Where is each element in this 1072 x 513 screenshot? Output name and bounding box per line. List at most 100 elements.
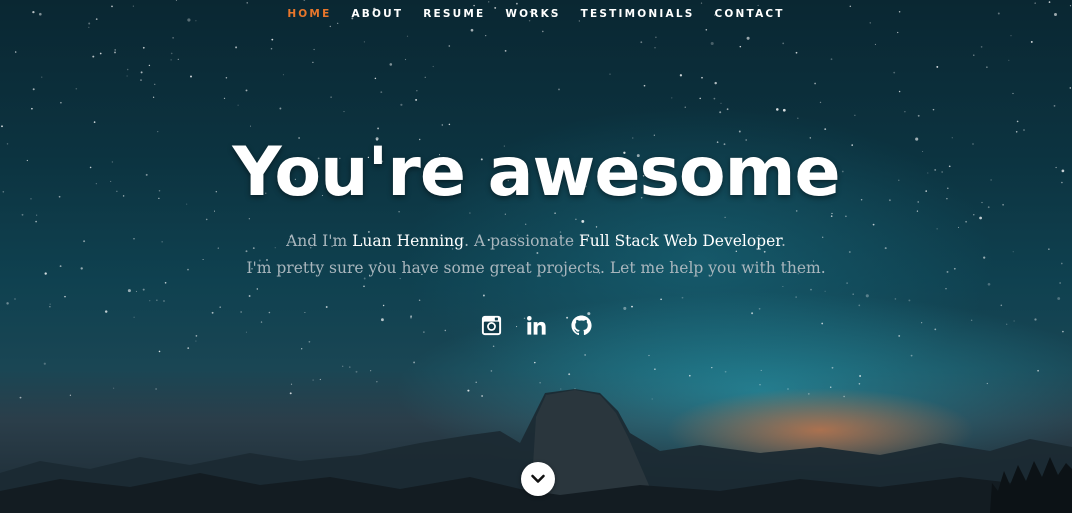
star xyxy=(581,219,585,223)
star xyxy=(1012,92,1014,95)
star xyxy=(575,218,577,221)
star xyxy=(330,96,332,98)
star xyxy=(908,299,911,302)
star xyxy=(448,45,451,47)
star xyxy=(726,108,729,111)
star xyxy=(945,288,947,290)
scroll-down-button[interactable] xyxy=(521,462,555,496)
star xyxy=(980,46,983,48)
star xyxy=(910,354,913,357)
star xyxy=(1034,2,1036,4)
star xyxy=(190,75,192,78)
star xyxy=(164,281,167,284)
star xyxy=(152,96,155,98)
star xyxy=(714,81,717,85)
star xyxy=(64,295,66,298)
linkedin-icon xyxy=(526,316,546,335)
star xyxy=(504,50,507,52)
star xyxy=(223,97,226,100)
developer-role: Full Stack Web Developer xyxy=(578,232,781,250)
star xyxy=(370,370,372,372)
star xyxy=(623,306,627,310)
star xyxy=(854,114,856,116)
star xyxy=(758,307,761,310)
tagline-line-2: I'm pretty sure you have some great proj… xyxy=(246,259,826,277)
star xyxy=(776,108,779,111)
star xyxy=(14,51,17,53)
star xyxy=(240,311,242,313)
star xyxy=(1,125,3,128)
star xyxy=(1057,297,1061,300)
star xyxy=(973,54,975,56)
star xyxy=(872,223,875,226)
star xyxy=(380,91,383,93)
star xyxy=(746,36,750,40)
star xyxy=(492,345,495,348)
star xyxy=(846,282,848,284)
nav-item-home[interactable]: HOME xyxy=(277,6,341,22)
star xyxy=(14,298,16,300)
star xyxy=(389,63,393,66)
star xyxy=(304,311,306,314)
star xyxy=(898,90,901,93)
star xyxy=(904,111,906,113)
nav-item-contact[interactable]: CONTACT xyxy=(705,6,795,22)
star xyxy=(416,90,418,92)
star xyxy=(363,41,365,43)
instagram-link[interactable] xyxy=(480,314,503,337)
star xyxy=(140,79,142,81)
star xyxy=(6,302,9,305)
star xyxy=(700,2,703,4)
tagline-line-1: And I'm Luan Henning. A passionate Full … xyxy=(0,228,1072,255)
star xyxy=(490,370,493,372)
star xyxy=(432,65,434,68)
star xyxy=(142,288,145,291)
star xyxy=(710,41,714,46)
nav-item-resume[interactable]: RESUME xyxy=(413,6,495,22)
star xyxy=(92,55,95,58)
star xyxy=(640,41,643,44)
star xyxy=(219,306,221,308)
star xyxy=(1069,87,1072,89)
star xyxy=(1010,35,1012,37)
star xyxy=(127,289,131,293)
star xyxy=(413,361,416,364)
star xyxy=(441,124,444,126)
star xyxy=(256,288,258,290)
star xyxy=(32,88,35,91)
star xyxy=(701,76,703,79)
star xyxy=(448,123,451,126)
nav-item-testimonials[interactable]: TESTIMONIALS xyxy=(571,6,705,22)
star xyxy=(932,108,935,111)
star xyxy=(271,38,274,41)
star xyxy=(245,89,248,92)
star xyxy=(325,306,328,308)
star xyxy=(237,104,239,106)
star xyxy=(374,77,377,80)
star xyxy=(1000,304,1003,307)
nav-item-about[interactable]: ABOUT xyxy=(341,6,413,22)
star xyxy=(1030,40,1033,43)
star xyxy=(631,305,633,308)
star xyxy=(313,48,315,51)
star xyxy=(819,101,822,104)
nav-item-works[interactable]: WORKS xyxy=(495,6,570,22)
star xyxy=(49,306,51,308)
star xyxy=(126,75,128,77)
github-link[interactable] xyxy=(570,314,593,337)
star xyxy=(897,31,899,34)
star xyxy=(782,285,784,288)
linkedin-link[interactable] xyxy=(525,314,548,337)
star xyxy=(308,340,311,343)
star xyxy=(869,22,871,24)
star xyxy=(248,218,250,220)
star xyxy=(41,76,43,78)
star xyxy=(917,114,920,117)
star xyxy=(142,46,145,49)
star xyxy=(671,97,673,99)
star xyxy=(60,101,62,104)
star xyxy=(235,46,238,49)
star xyxy=(149,300,151,302)
star xyxy=(654,368,656,371)
star xyxy=(488,1,490,3)
